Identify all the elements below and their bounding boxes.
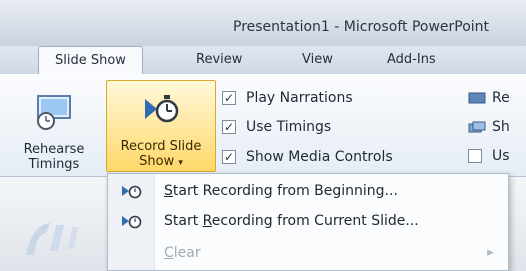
menu-item-start-from-beginning[interactable]: Start Recording from Beginning...: [108, 176, 508, 206]
window-title: Presentation1 - Microsoft PowerPoint: [233, 19, 490, 35]
record-label-2-text: Show: [139, 154, 175, 169]
side-option-1[interactable]: Re: [468, 87, 510, 109]
play-narrations-option[interactable]: ✓ Play Narrations: [222, 87, 353, 109]
record-icon: [122, 185, 142, 199]
side-option-1-label: Re: [492, 90, 510, 106]
side-option-2[interactable]: Sh: [468, 116, 510, 138]
side-options: Re Sh Us: [468, 87, 510, 167]
menu-item-label: Start Recording from Current Slide...: [164, 213, 419, 229]
tab-view[interactable]: View: [302, 52, 333, 67]
ribbon-panel: Rehearse Timings Record Slide Show ▾ ✓ P…: [0, 74, 526, 177]
watermark-logo-icon: [26, 223, 78, 255]
tab-slide-show[interactable]: Slide Show: [38, 46, 143, 75]
menu-item-label: Start Recording from Beginning...: [164, 183, 398, 199]
rehearse-timings-button[interactable]: Rehearse Timings: [12, 84, 96, 172]
record-label-2: Show ▾: [107, 154, 215, 171]
checkbox-checked-icon[interactable]: ✓: [222, 150, 236, 164]
slides-icon: [468, 121, 486, 133]
record-label-1: Record Slide: [120, 139, 202, 154]
monitor-icon: [468, 92, 486, 104]
side-option-3[interactable]: Us: [468, 145, 510, 167]
checkbox-checked-icon[interactable]: ✓: [222, 91, 236, 105]
title-bar: Presentation1 - Microsoft PowerPoint: [0, 0, 526, 47]
play-narrations-label: Play Narrations: [246, 90, 353, 106]
rehearse-label-2: Timings: [28, 157, 80, 172]
show-media-controls-label: Show Media Controls: [246, 149, 393, 165]
show-media-controls-option[interactable]: ✓ Show Media Controls: [222, 146, 393, 168]
side-option-2-label: Sh: [492, 119, 510, 135]
use-timings-label: Use Timings: [246, 119, 332, 135]
side-option-3-label: Us: [492, 148, 510, 164]
ribbon-tabs: Slide Show Review View Add-Ins: [0, 46, 526, 75]
rehearse-timings-icon: [37, 95, 71, 130]
record-slide-show-icon: [145, 95, 179, 123]
rehearse-label-1: Rehearse: [23, 142, 85, 157]
checkbox-checked-icon[interactable]: ✓: [222, 120, 236, 134]
menu-item-clear[interactable]: Clear ▶: [108, 238, 508, 268]
menu-item-start-from-current[interactable]: Start Recording from Current Slide...: [108, 206, 508, 236]
record-icon: [122, 215, 142, 229]
use-timings-option[interactable]: ✓ Use Timings: [222, 116, 331, 138]
tab-review[interactable]: Review: [196, 52, 242, 67]
checkbox-unchecked-icon[interactable]: [468, 149, 482, 163]
record-slide-show-menu: Start Recording from Beginning... Start …: [107, 173, 509, 271]
submenu-arrow-icon: ▶: [487, 248, 494, 258]
menu-item-label: Clear: [164, 245, 201, 261]
record-slide-show-button[interactable]: Record Slide Show ▾: [106, 80, 216, 172]
tab-add-ins[interactable]: Add-Ins: [387, 52, 436, 67]
dropdown-caret-icon: ▾: [178, 158, 183, 168]
